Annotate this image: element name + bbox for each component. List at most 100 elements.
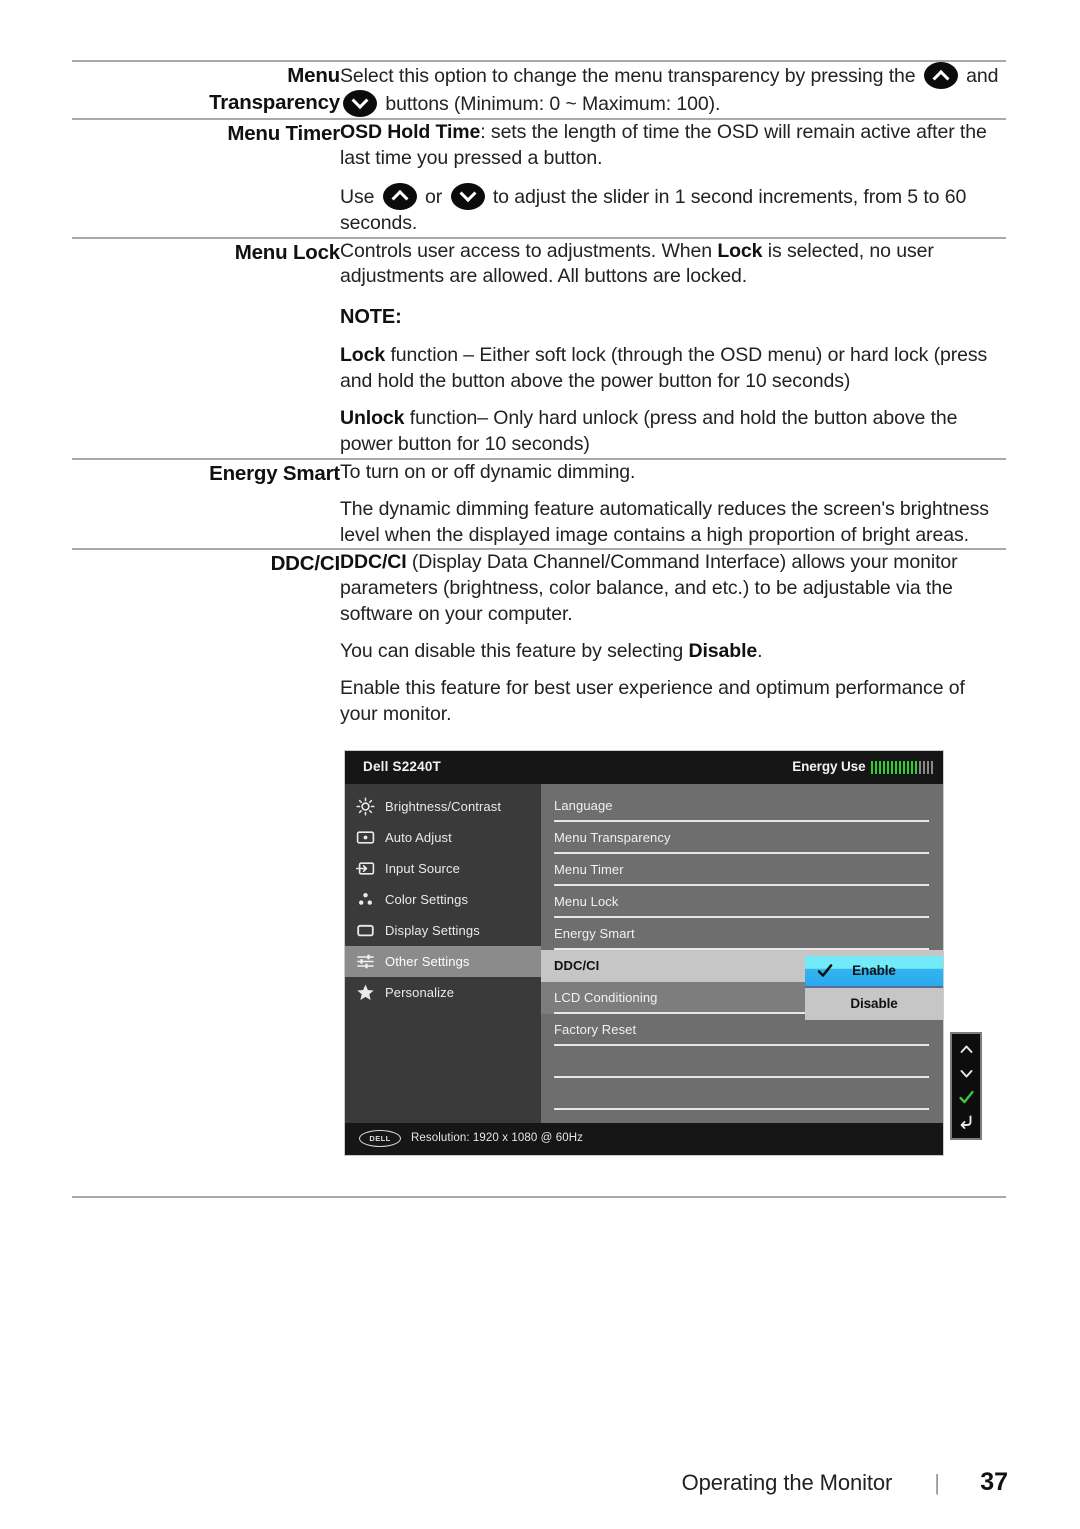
osd-sidebar: Brightness/Contrast Auto Adjust Input Sour… [345,783,541,1124]
osd-option-menu-timer[interactable]: Menu Timer [541,854,943,886]
osd-sidebar-item-auto-adjust[interactable]: Auto Adjust [345,822,541,853]
checkmark-icon [817,963,833,979]
text-fragment: Use [340,185,375,208]
energy-bar-on [910,760,913,774]
osd-resolution-text: Resolution: 1920 x 1080 @ 60Hz [411,1132,583,1145]
osd-option-language[interactable]: Language [541,790,943,822]
brightness-icon [356,797,375,816]
osd-sidebar-item-display-settings[interactable]: Display Settings [345,915,541,946]
osd-sidebar-item-label: Color Settings [385,891,469,907]
energy-use-bars [870,760,933,774]
osd-option-label: LCD Conditioning [554,990,658,1006]
text-bold: Unlock [340,406,405,429]
up-button-chip-icon [923,62,958,89]
paragraph: DDC/CI (Display Data Channel/Command Int… [340,550,1006,628]
text-bold: Lock [717,239,763,262]
text-bold: Lock [340,343,386,366]
osd-option-label: DDC/CI [554,958,600,974]
text-bold: Disable [688,640,758,663]
osd-header: Dell S2240T Energy Use [345,750,943,784]
row-label-line1: Menu [287,64,340,87]
row-label-menu-lock: Menu Lock [72,236,340,459]
row-body-ddc-ci: DDC/CI (Display Data Channel/Command Int… [340,548,1006,1164]
input-source-icon [356,859,375,878]
text-fragment: function – Either soft lock (through the… [340,343,988,392]
osd-sidebar-item-other-settings[interactable]: Other Settings [345,945,541,977]
osd-option-label: Energy Smart [554,926,635,942]
dell-logo-icon: DELL [359,1130,401,1148]
energy-bar-off [918,760,921,774]
text-fragment: Select this option to change the menu tr… [340,65,916,87]
row-label-energy-smart: Energy Smart [72,457,340,550]
energy-bar-off [930,760,933,774]
paragraph: OSD Hold Time: sets the length of time t… [340,120,1006,172]
down-chevron-icon[interactable] [958,1065,975,1082]
energy-bar-on [878,760,881,774]
paragraph: Unlock function– Only hard unlock (press… [340,406,1006,458]
text-fragment: or [425,185,443,208]
text-fragment: buttons (Minimum: 0 ~ Maximum: 100). [385,92,721,115]
text-fragment: You can disable this feature by selectin… [340,640,684,663]
osd-sidebar-item-personalize[interactable]: Personalize [345,977,541,1008]
osd-option-menu-transparency[interactable]: Menu Transparency [541,822,943,854]
submenu-item-label: Disable [850,995,898,1011]
personalize-star-icon [356,983,375,1002]
osd-monitor-model: Dell S2240T [363,759,441,775]
text-fragment: function– Only hard unlock (press and ho… [340,406,958,455]
osd-sidebar-item-brightness-contrast[interactable]: Brightness/Contrast [345,791,541,822]
osd-option-energy-smart[interactable]: Energy Smart [541,918,943,950]
submenu-item-enable[interactable]: Enable [805,955,943,988]
osd-footer: DELL Resolution: 1920 x 1080 @ 60Hz [345,1122,943,1155]
ddc-ci-submenu: Enable Disable [805,955,943,1020]
paragraph: The dynamic dimming feature automaticall… [340,497,989,546]
paragraph: Use or to adjust the slider in 1 second … [340,182,1006,237]
osd-options-panel: Language Menu Transparency Menu Timer Menu … [541,783,943,1124]
note-heading: NOTE: [340,306,402,329]
energy-bar-on [874,760,877,774]
row-label-menu-transparency: Menu Transparency [72,61,340,119]
energy-bar-off [922,760,925,774]
text-fragment: (Display Data Channel/Command Interface)… [340,551,958,626]
osd-settings-table: Menu Transparency Select this option to … [72,60,1006,1164]
osd-option-label: Language [554,798,613,814]
back-arrow-icon[interactable] [958,1113,975,1130]
footer-section-title: Operating the Monitor [681,1470,893,1495]
up-chevron-icon[interactable] [958,1041,975,1058]
text-bold: OSD Hold Time [340,120,481,143]
energy-bar-off [926,760,929,774]
osd-option-menu-lock[interactable]: Menu Lock [541,886,943,918]
energy-bar-on [882,760,885,774]
up-button-chip-icon [382,182,417,210]
energy-bar-on [902,760,905,774]
osd-sidebar-item-label: Display Settings [385,922,480,938]
row-label-menu-timer: Menu Timer [72,117,340,238]
page-root: Menu Transparency Select this option to … [0,0,1080,1529]
page-footer: Operating the Monitor | 37 [0,1468,1080,1497]
down-button-chip-icon [450,182,485,210]
energy-bar-on [898,760,901,774]
paragraph: Select this option to change the menu tr… [340,62,1006,118]
table-bottom-rule [72,1196,1006,1198]
osd-option-label: Menu Lock [554,894,619,910]
osd-sidebar-item-label: Auto Adjust [385,829,452,845]
monitor-hardware-button-strip [950,1031,982,1140]
table-row-menu-lock: Menu Lock Controls user access to adjust… [72,236,1006,459]
auto-adjust-icon [356,828,375,847]
energy-bar-on [914,760,917,774]
submenu-item-disable[interactable]: Disable [805,987,943,1020]
osd-window: Dell S2240T Energy Use Brightness/Contra… [344,749,944,1156]
osd-sidebar-item-label: Other Settings [385,953,470,969]
table-row-menu-timer: Menu Timer OSD Hold Time: sets the lengt… [72,117,1006,238]
table-row-menu-transparency: Menu Transparency Select this option to … [72,61,1006,119]
paragraph: Controls user access to adjustments. Whe… [340,239,1006,291]
osd-sidebar-item-color-settings[interactable]: Color Settings [345,884,541,915]
paragraph: Lock function – Either soft lock (throug… [340,343,1006,395]
energy-bar-on [906,760,909,774]
row-body-menu-lock: Controls user access to adjustments. Whe… [340,236,1006,459]
paragraph: Enable this feature for best user experi… [340,677,965,726]
osd-sidebar-item-input-source[interactable]: Input Source [345,853,541,884]
osd-body: Brightness/Contrast Auto Adjust Input Sour… [345,783,943,1124]
row-body-menu-transparency: Select this option to change the menu tr… [340,61,1006,119]
confirm-check-icon[interactable] [958,1089,975,1106]
row-body-energy-smart: To turn on or off dynamic dimming. The d… [340,457,1006,550]
